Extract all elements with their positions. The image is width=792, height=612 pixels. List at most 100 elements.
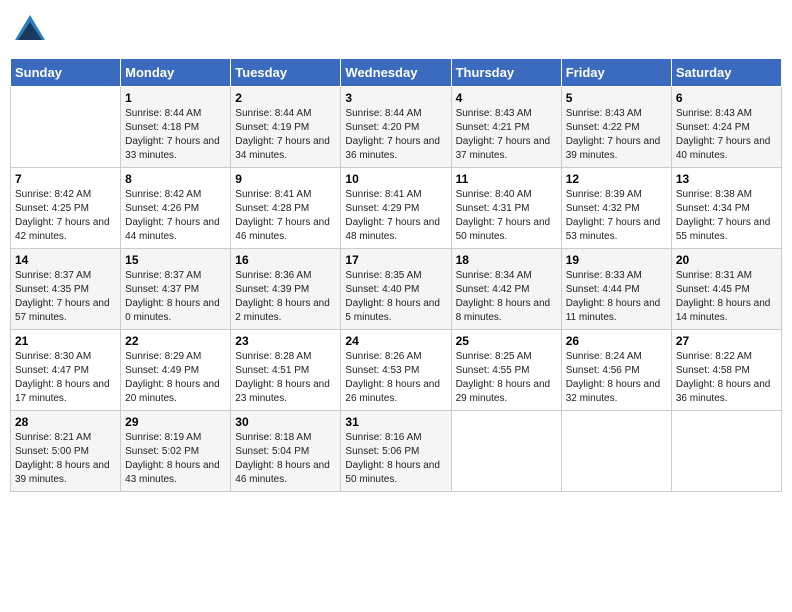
daylight-text: Daylight: 7 hours and 37 minutes. — [456, 135, 557, 163]
sunset-text: Sunset: 4:28 PM — [235, 202, 336, 216]
sunrise-text: Sunrise: 8:22 AM — [676, 350, 777, 364]
calendar-cell: 24 Sunrise: 8:26 AM Sunset: 4:53 PM Dayl… — [341, 330, 451, 411]
daylight-text: Daylight: 8 hours and 50 minutes. — [345, 459, 446, 487]
day-number: 2 — [235, 91, 336, 105]
sunrise-text: Sunrise: 8:37 AM — [15, 269, 116, 283]
sunset-text: Sunset: 4:44 PM — [566, 283, 667, 297]
calendar-cell: 1 Sunrise: 8:44 AM Sunset: 4:18 PM Dayli… — [121, 87, 231, 168]
day-info: Sunrise: 8:41 AM Sunset: 4:29 PM Dayligh… — [345, 188, 446, 244]
sunset-text: Sunset: 4:26 PM — [125, 202, 226, 216]
calendar-cell: 23 Sunrise: 8:28 AM Sunset: 4:51 PM Dayl… — [231, 330, 341, 411]
calendar-cell — [11, 87, 121, 168]
sunrise-text: Sunrise: 8:16 AM — [345, 431, 446, 445]
sunset-text: Sunset: 5:04 PM — [235, 445, 336, 459]
calendar-week-2: 7 Sunrise: 8:42 AM Sunset: 4:25 PM Dayli… — [11, 168, 782, 249]
daylight-text: Daylight: 8 hours and 5 minutes. — [345, 297, 446, 325]
day-number: 29 — [125, 415, 226, 429]
sunset-text: Sunset: 5:06 PM — [345, 445, 446, 459]
calendar-cell: 26 Sunrise: 8:24 AM Sunset: 4:56 PM Dayl… — [561, 330, 671, 411]
day-number: 9 — [235, 172, 336, 186]
sunset-text: Sunset: 4:37 PM — [125, 283, 226, 297]
days-header-row: SundayMondayTuesdayWednesdayThursdayFrid… — [11, 59, 782, 87]
day-info: Sunrise: 8:19 AM Sunset: 5:02 PM Dayligh… — [125, 431, 226, 487]
sunset-text: Sunset: 4:55 PM — [456, 364, 557, 378]
day-info: Sunrise: 8:22 AM Sunset: 4:58 PM Dayligh… — [676, 350, 777, 406]
day-header-saturday: Saturday — [671, 59, 781, 87]
sunrise-text: Sunrise: 8:43 AM — [676, 107, 777, 121]
calendar-cell: 27 Sunrise: 8:22 AM Sunset: 4:58 PM Dayl… — [671, 330, 781, 411]
daylight-text: Daylight: 7 hours and 33 minutes. — [125, 135, 226, 163]
day-info: Sunrise: 8:33 AM Sunset: 4:44 PM Dayligh… — [566, 269, 667, 325]
calendar-cell: 14 Sunrise: 8:37 AM Sunset: 4:35 PM Dayl… — [11, 249, 121, 330]
logo-icon — [10, 10, 50, 50]
sunrise-text: Sunrise: 8:25 AM — [456, 350, 557, 364]
day-number: 4 — [456, 91, 557, 105]
daylight-text: Daylight: 8 hours and 23 minutes. — [235, 378, 336, 406]
sunrise-text: Sunrise: 8:39 AM — [566, 188, 667, 202]
daylight-text: Daylight: 8 hours and 8 minutes. — [456, 297, 557, 325]
sunrise-text: Sunrise: 8:36 AM — [235, 269, 336, 283]
calendar-cell: 13 Sunrise: 8:38 AM Sunset: 4:34 PM Dayl… — [671, 168, 781, 249]
day-info: Sunrise: 8:42 AM Sunset: 4:25 PM Dayligh… — [15, 188, 116, 244]
calendar-cell: 28 Sunrise: 8:21 AM Sunset: 5:00 PM Dayl… — [11, 411, 121, 492]
day-info: Sunrise: 8:44 AM Sunset: 4:18 PM Dayligh… — [125, 107, 226, 163]
sunrise-text: Sunrise: 8:40 AM — [456, 188, 557, 202]
sunset-text: Sunset: 4:19 PM — [235, 121, 336, 135]
day-info: Sunrise: 8:44 AM Sunset: 4:20 PM Dayligh… — [345, 107, 446, 163]
sunrise-text: Sunrise: 8:41 AM — [235, 188, 336, 202]
calendar-cell: 3 Sunrise: 8:44 AM Sunset: 4:20 PM Dayli… — [341, 87, 451, 168]
day-info: Sunrise: 8:28 AM Sunset: 4:51 PM Dayligh… — [235, 350, 336, 406]
day-info: Sunrise: 8:25 AM Sunset: 4:55 PM Dayligh… — [456, 350, 557, 406]
day-number: 6 — [676, 91, 777, 105]
sunset-text: Sunset: 4:35 PM — [15, 283, 116, 297]
sunrise-text: Sunrise: 8:42 AM — [15, 188, 116, 202]
day-header-tuesday: Tuesday — [231, 59, 341, 87]
sunset-text: Sunset: 4:18 PM — [125, 121, 226, 135]
daylight-text: Daylight: 8 hours and 46 minutes. — [235, 459, 336, 487]
day-info: Sunrise: 8:43 AM Sunset: 4:21 PM Dayligh… — [456, 107, 557, 163]
day-number: 26 — [566, 334, 667, 348]
calendar-week-4: 21 Sunrise: 8:30 AM Sunset: 4:47 PM Dayl… — [11, 330, 782, 411]
daylight-text: Daylight: 7 hours and 50 minutes. — [456, 216, 557, 244]
day-info: Sunrise: 8:30 AM Sunset: 4:47 PM Dayligh… — [15, 350, 116, 406]
calendar-cell: 20 Sunrise: 8:31 AM Sunset: 4:45 PM Dayl… — [671, 249, 781, 330]
day-number: 18 — [456, 253, 557, 267]
calendar-cell: 8 Sunrise: 8:42 AM Sunset: 4:26 PM Dayli… — [121, 168, 231, 249]
day-header-thursday: Thursday — [451, 59, 561, 87]
calendar-cell: 25 Sunrise: 8:25 AM Sunset: 4:55 PM Dayl… — [451, 330, 561, 411]
day-number: 13 — [676, 172, 777, 186]
day-info: Sunrise: 8:21 AM Sunset: 5:00 PM Dayligh… — [15, 431, 116, 487]
calendar-cell — [451, 411, 561, 492]
day-number: 7 — [15, 172, 116, 186]
sunset-text: Sunset: 4:49 PM — [125, 364, 226, 378]
calendar-cell: 21 Sunrise: 8:30 AM Sunset: 4:47 PM Dayl… — [11, 330, 121, 411]
daylight-text: Daylight: 8 hours and 43 minutes. — [125, 459, 226, 487]
day-header-friday: Friday — [561, 59, 671, 87]
day-info: Sunrise: 8:34 AM Sunset: 4:42 PM Dayligh… — [456, 269, 557, 325]
day-info: Sunrise: 8:24 AM Sunset: 4:56 PM Dayligh… — [566, 350, 667, 406]
sunrise-text: Sunrise: 8:26 AM — [345, 350, 446, 364]
sunrise-text: Sunrise: 8:35 AM — [345, 269, 446, 283]
sunset-text: Sunset: 4:53 PM — [345, 364, 446, 378]
day-info: Sunrise: 8:38 AM Sunset: 4:34 PM Dayligh… — [676, 188, 777, 244]
daylight-text: Daylight: 8 hours and 39 minutes. — [15, 459, 116, 487]
calendar-cell: 5 Sunrise: 8:43 AM Sunset: 4:22 PM Dayli… — [561, 87, 671, 168]
sunset-text: Sunset: 4:58 PM — [676, 364, 777, 378]
sunset-text: Sunset: 4:22 PM — [566, 121, 667, 135]
daylight-text: Daylight: 7 hours and 57 minutes. — [15, 297, 116, 325]
sunset-text: Sunset: 4:42 PM — [456, 283, 557, 297]
sunset-text: Sunset: 4:40 PM — [345, 283, 446, 297]
day-info: Sunrise: 8:16 AM Sunset: 5:06 PM Dayligh… — [345, 431, 446, 487]
daylight-text: Daylight: 8 hours and 0 minutes. — [125, 297, 226, 325]
day-number: 10 — [345, 172, 446, 186]
daylight-text: Daylight: 8 hours and 26 minutes. — [345, 378, 446, 406]
sunset-text: Sunset: 4:29 PM — [345, 202, 446, 216]
day-number: 5 — [566, 91, 667, 105]
calendar-cell: 16 Sunrise: 8:36 AM Sunset: 4:39 PM Dayl… — [231, 249, 341, 330]
day-number: 12 — [566, 172, 667, 186]
day-info: Sunrise: 8:42 AM Sunset: 4:26 PM Dayligh… — [125, 188, 226, 244]
sunrise-text: Sunrise: 8:37 AM — [125, 269, 226, 283]
daylight-text: Daylight: 7 hours and 53 minutes. — [566, 216, 667, 244]
sunrise-text: Sunrise: 8:42 AM — [125, 188, 226, 202]
calendar-cell: 18 Sunrise: 8:34 AM Sunset: 4:42 PM Dayl… — [451, 249, 561, 330]
